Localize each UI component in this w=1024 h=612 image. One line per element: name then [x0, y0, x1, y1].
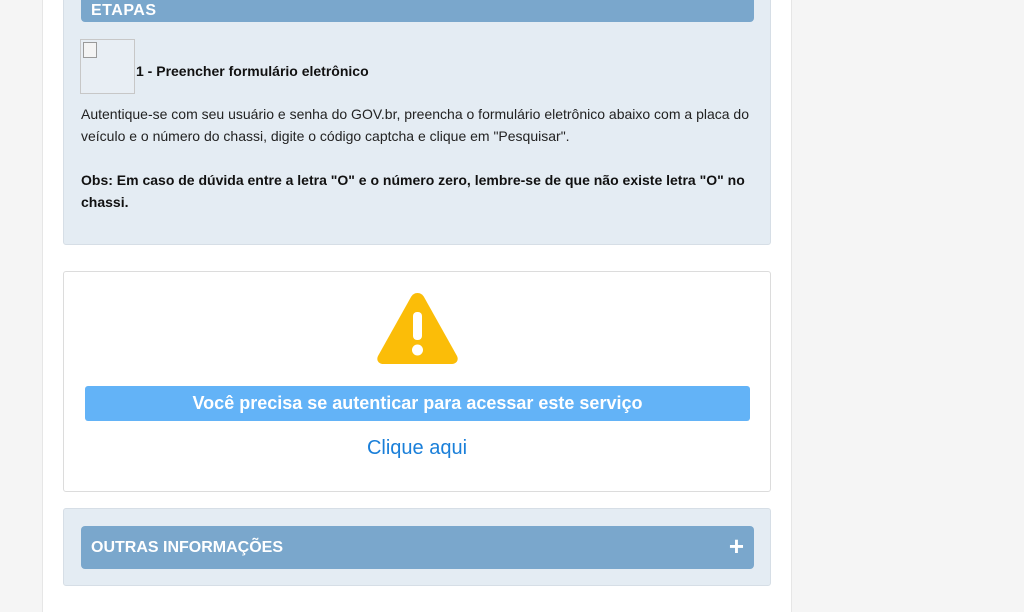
warning-triangle-icon — [377, 293, 458, 364]
login-link[interactable]: Clique aqui — [63, 437, 771, 460]
outras-informacoes-toggle[interactable]: OUTRAS INFORMAÇÕES + — [81, 526, 754, 569]
etapas-header-label: ETAPAS — [91, 2, 157, 19]
step-image — [80, 39, 135, 94]
plus-icon[interactable]: + — [729, 526, 744, 567]
step-observation: Obs: Em caso de dúvida entre a letra "O"… — [81, 172, 745, 210]
auth-required-banner: Você precisa se autenticar para acessar … — [85, 386, 750, 421]
outras-header-label: OUTRAS INFORMAÇÕES — [91, 539, 283, 556]
broken-image-icon — [83, 42, 97, 58]
etapas-header: ETAPAS — [81, 0, 754, 22]
step-description: Autentique-se com seu usuário e senha do… — [81, 106, 749, 144]
step-title: 1 - Preencher formulário eletrônico — [136, 63, 369, 79]
